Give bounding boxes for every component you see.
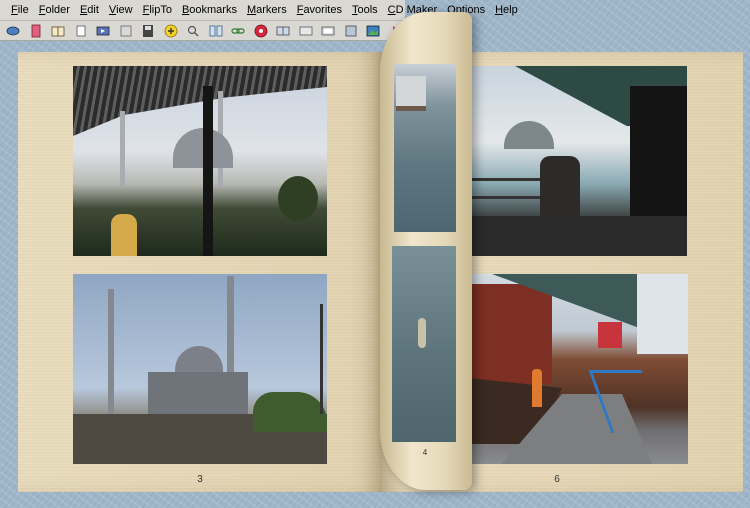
photo-new-mosque[interactable] [73,274,327,464]
add-icon[interactable] [164,24,178,38]
forward-icon[interactable] [96,24,110,38]
spread-icon[interactable] [276,24,290,38]
stop-icon[interactable] [254,24,268,38]
menu-bar: File Folder Edit View FlipTo Bookmarks M… [0,0,518,21]
image-icon[interactable] [119,24,133,38]
turning-page[interactable]: 4 [380,12,472,490]
photo-bridge-walkway[interactable] [470,66,687,256]
right-page-number: 6 [554,474,560,485]
link-icon[interactable] [231,24,245,38]
screen-icon[interactable] [321,24,335,38]
photo-icon[interactable] [366,24,380,38]
zoom-icon[interactable] [186,24,200,38]
photo-mosque-terrace[interactable] [73,66,327,256]
photo-sea-ferry[interactable] [394,64,456,232]
photo-sea-gull[interactable] [392,246,456,442]
curl-page-number: 4 [422,448,428,457]
menu-favorites[interactable]: Favorites [292,0,347,20]
frame-icon[interactable] [344,24,358,38]
menu-folder[interactable]: Folder [34,0,75,20]
toolbar [0,21,424,41]
page-icon[interactable] [74,24,88,38]
delete-icon[interactable] [29,24,43,38]
menu-markers[interactable]: Markers [242,0,292,20]
menu-file[interactable]: File [6,0,34,20]
menu-help[interactable]: Help [490,0,523,20]
columns-icon[interactable] [209,24,223,38]
save-icon[interactable] [141,24,155,38]
menu-edit[interactable]: Edit [75,0,104,20]
left-page[interactable]: 3 [18,52,382,492]
new-album-icon[interactable] [6,24,20,38]
menu-tools[interactable]: Tools [347,0,383,20]
open-book-icon[interactable] [51,24,65,38]
left-page-number: 3 [197,474,203,485]
menu-view[interactable]: View [104,0,138,20]
menu-flipto[interactable]: FlipTo [138,0,177,20]
photo-album: 3 6 4 [18,12,743,492]
thumbnail-icon[interactable] [299,24,313,38]
menu-bookmarks[interactable]: Bookmarks [177,0,242,20]
